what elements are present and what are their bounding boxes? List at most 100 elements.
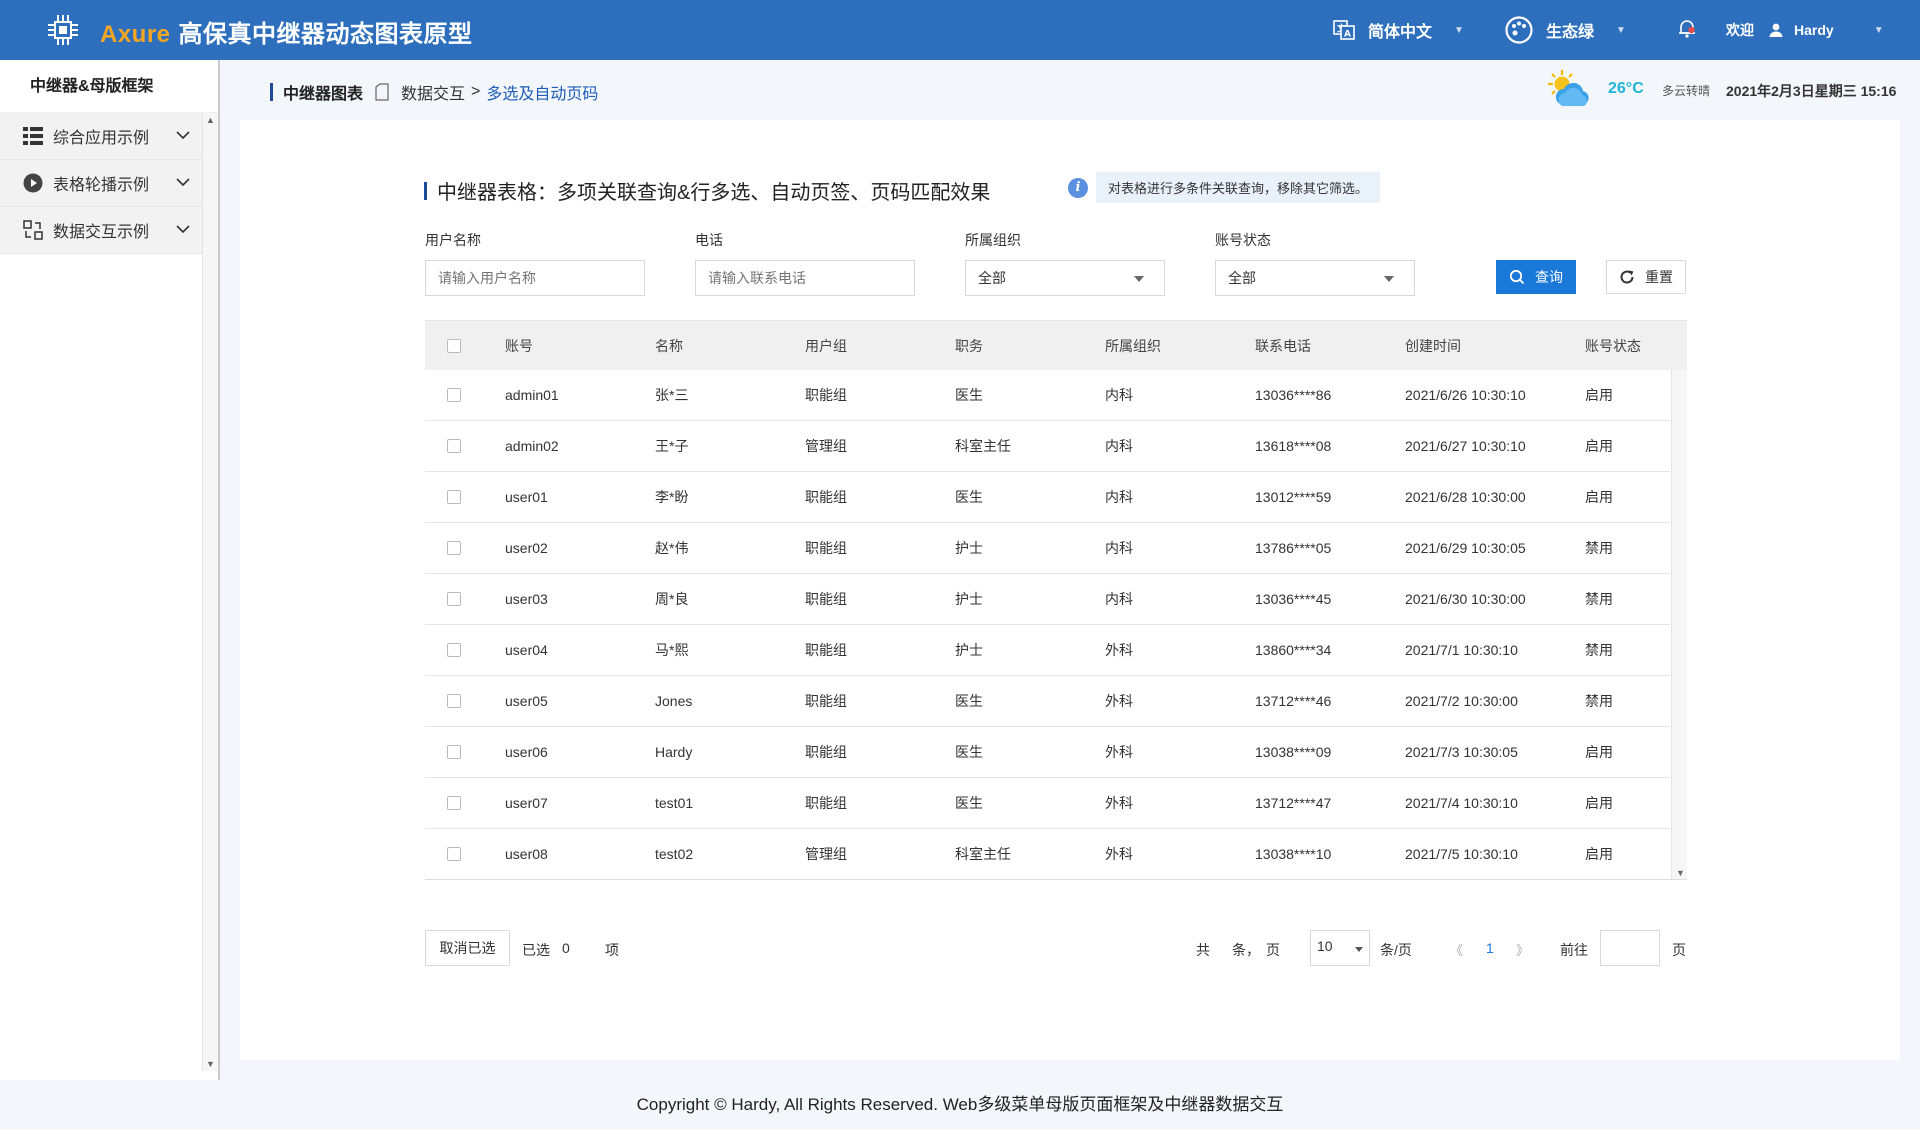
bell-icon — [1676, 17, 1698, 44]
breadcrumb-parent[interactable]: 数据交互 — [401, 80, 465, 104]
table-row[interactable]: user05 Jones 职能组 医生 外科 13712****46 2021/7/2 10… — [425, 676, 1670, 727]
row-checkbox[interactable] — [447, 796, 461, 810]
org-select[interactable]: 全部 — [965, 260, 1165, 296]
page-size-select[interactable]: 10 — [1310, 930, 1370, 966]
theme-selector[interactable]: 生态绿 ▼ — [1504, 0, 1626, 60]
table-row[interactable]: user02 赵*伟 职能组 护士 内科 13786****05 2021/6/29 10:… — [425, 523, 1670, 574]
sidebar-item-data-exchange[interactable]: 数据交互示例 — [0, 207, 202, 254]
row-checkbox[interactable] — [447, 541, 461, 555]
user-menu[interactable]: 欢迎 Hardy ▼ — [1726, 0, 1884, 60]
username-label: 用户名称 — [425, 232, 481, 248]
row-checkbox[interactable] — [447, 643, 461, 657]
cell-created-time: 2021/7/4 10:30:10 — [1405, 795, 1518, 811]
partly-cloudy-icon — [1548, 70, 1589, 106]
cell-name: test01 — [655, 795, 694, 811]
table-row[interactable]: user03 周*良 职能组 护士 内科 13036****45 2021/6/30 10:… — [425, 574, 1670, 625]
row-select-cell — [447, 472, 461, 522]
cell-status: 禁用 — [1585, 540, 1613, 556]
table-row[interactable]: user06 Hardy 职能组 医生 外科 13038****09 2021/7/3 10… — [425, 727, 1670, 778]
row-checkbox[interactable] — [447, 388, 461, 402]
row-select-cell — [447, 574, 461, 624]
cell-group: 职能组 — [805, 540, 847, 556]
sidebar-item-carousel[interactable]: 表格轮播示例 — [0, 160, 202, 207]
cell-phone: 13036****86 — [1255, 387, 1332, 403]
data-exchange-icon — [22, 219, 44, 241]
query-button[interactable]: 查询 — [1496, 260, 1576, 294]
cell-group: 管理组 — [805, 846, 847, 862]
current-page[interactable]: 1 — [1486, 940, 1494, 956]
table-header: 账号 名称 用户组 职务 所属组织 联系电话 创建时间 账号状态 — [425, 320, 1687, 370]
col-header: 用户组 — [805, 337, 847, 354]
table-row[interactable]: user08 test02 管理组 科室主任 外科 13038****10 2021/7/5… — [425, 829, 1670, 879]
scroll-up-icon[interactable]: ▲ — [206, 115, 215, 125]
phone-input[interactable] — [695, 260, 915, 296]
breadcrumb-bar: 中继器图表 数据交互 > 多选及自动页码 26°C 多云转晴 2021年2月3日… — [222, 60, 1920, 120]
query-label: 查询 — [1535, 269, 1563, 285]
row-select-cell — [447, 676, 461, 726]
goto-page-input[interactable] — [1600, 930, 1660, 966]
cell-status: 启用 — [1585, 846, 1613, 862]
cell-account: admin01 — [505, 387, 559, 403]
org-select-value: 全部 — [978, 270, 1006, 286]
notification-bell[interactable] — [1676, 0, 1698, 60]
breadcrumb-current: 多选及自动页码 — [486, 86, 599, 103]
sidebar-item-label: 数据交互示例 — [53, 224, 150, 241]
status-label: 账号状态 — [1215, 232, 1271, 248]
footer: Copyright © Hardy, All Rights Reserved. … — [636, 1095, 1284, 1114]
scroll-down-icon[interactable]: ▼ — [1676, 868, 1685, 878]
cell-org: 内科 — [1105, 387, 1133, 403]
sidebar-item-comprehensive[interactable]: 综合应用示例 — [0, 113, 202, 160]
sidebar-scrollbar[interactable]: ▲ ▼ — [202, 113, 218, 1071]
cell-group: 职能组 — [805, 795, 847, 811]
goto-prefix: 前往 — [1560, 942, 1588, 958]
cell-account: admin02 — [505, 438, 559, 454]
cell-group: 职能组 — [805, 642, 847, 658]
document-icon — [375, 83, 389, 101]
table-row[interactable]: user07 test01 职能组 医生 外科 13712****47 2021/7/4 1… — [425, 778, 1670, 829]
select-all-checkbox[interactable] — [447, 338, 461, 353]
prev-page-button[interactable]: 《 — [1450, 940, 1463, 959]
table-row[interactable]: admin02 王*子 管理组 科室主任 内科 13618****08 2021/6/27 … — [425, 421, 1670, 472]
table-scrollbar[interactable]: ▼ — [1671, 370, 1687, 879]
table-row[interactable]: user01 李*盼 职能组 医生 内科 13012****59 2021/6/28 10:… — [425, 472, 1670, 523]
cell-position: 科室主任 — [955, 846, 1011, 862]
cell-status: 启用 — [1585, 744, 1613, 760]
table-row[interactable]: admin01 张*三 职能组 医生 内科 13036****86 2021/6/26 10… — [425, 370, 1670, 421]
chevron-down-icon: ▼ — [1454, 24, 1464, 36]
cell-created-time: 2021/6/28 10:30:00 — [1405, 489, 1526, 505]
cell-account: user04 — [505, 642, 548, 658]
cell-org: 外科 — [1105, 795, 1133, 811]
row-select-cell — [447, 778, 461, 828]
grid-list-icon — [22, 125, 44, 147]
row-checkbox[interactable] — [447, 490, 461, 504]
cell-status: 启用 — [1585, 795, 1613, 811]
row-checkbox[interactable] — [447, 592, 461, 606]
row-checkbox[interactable] — [447, 745, 461, 759]
tip-text: 对表格进行多条件关联查询，移除其它筛选。 — [1096, 172, 1381, 203]
row-checkbox[interactable] — [447, 439, 461, 453]
username-input[interactable] — [425, 260, 645, 296]
cell-phone: 13036****45 — [1255, 591, 1332, 607]
table-row[interactable]: user04 马*熙 职能组 护士 外科 13860****34 2021/7/1 10:3… — [425, 625, 1670, 676]
scroll-down-icon[interactable]: ▼ — [206, 1059, 215, 1069]
status-select[interactable]: 全部 — [1215, 260, 1415, 296]
breadcrumb-root[interactable]: 中继器图表 — [283, 80, 363, 104]
next-page-button[interactable]: 》 — [1516, 940, 1529, 959]
weather-widget: 26°C 多云转晴 2021年2月3日星期三 15:16 — [1542, 68, 1902, 112]
row-checkbox[interactable] — [447, 847, 461, 861]
cell-position: 护士 — [955, 591, 983, 607]
row-checkbox[interactable] — [447, 694, 461, 708]
app-title: Axure 高保真中继器动态图表原型 — [100, 14, 473, 49]
cell-phone: 13712****46 — [1255, 693, 1332, 709]
phone-label: 电话 — [695, 232, 723, 248]
cell-name: 王*子 — [655, 438, 689, 454]
row-select-cell — [447, 625, 461, 675]
reset-button[interactable]: 重置 — [1606, 260, 1686, 294]
language-selector[interactable]: 文A 简体中文 ▼ — [1332, 0, 1464, 60]
cell-status: 启用 — [1585, 438, 1613, 454]
cell-group: 职能组 — [805, 489, 847, 505]
cell-status: 启用 — [1585, 387, 1613, 403]
cell-name: Jones — [655, 693, 693, 709]
row-select-cell — [447, 829, 461, 879]
cancel-selection-button[interactable]: 取消已选 — [425, 930, 510, 966]
